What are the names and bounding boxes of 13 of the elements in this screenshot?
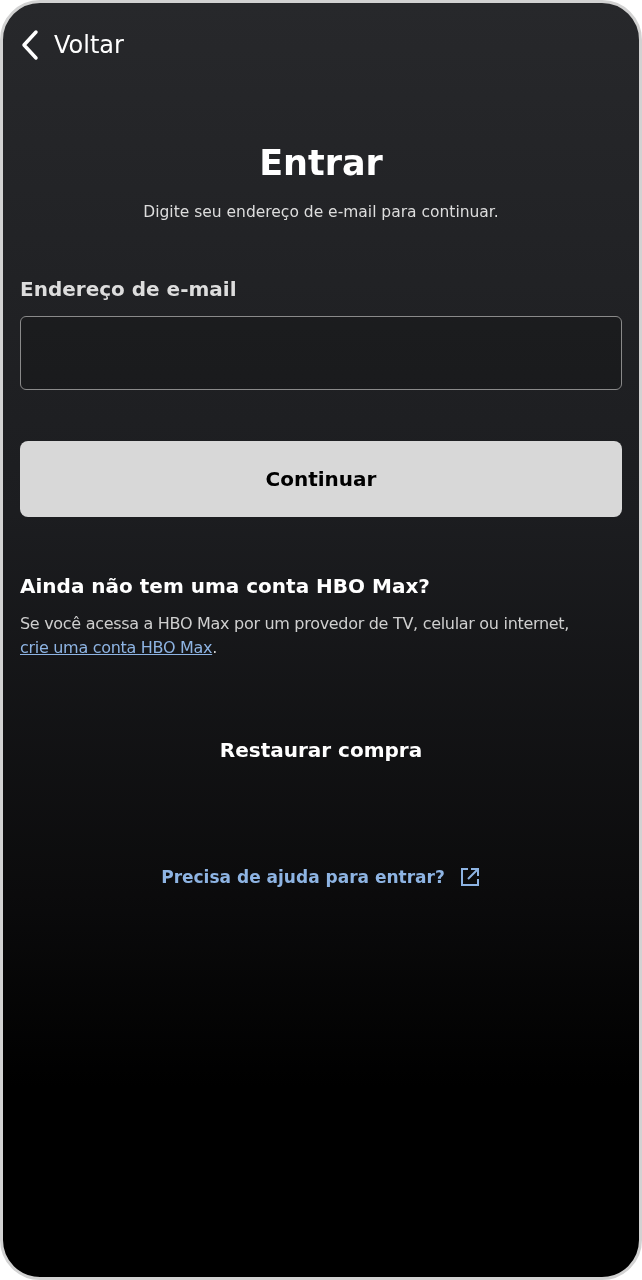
restore-purchase-button[interactable]: Restaurar compra: [219, 734, 423, 766]
help-link[interactable]: Precisa de ajuda para entrar?: [161, 867, 445, 887]
signup-heading: Ainda não tem uma conta HBO Max?: [20, 574, 431, 598]
create-account-link[interactable]: crie uma conta HBO Max: [20, 638, 213, 657]
field-label: Endereço de e-mail: [20, 277, 238, 301]
page-title: Entrar: [258, 143, 384, 183]
external-link-icon: [458, 866, 481, 888]
back-chevron-icon: [20, 29, 40, 61]
continue-button[interactable]: Continuar: [20, 441, 622, 517]
back-button[interactable]: Voltar: [20, 29, 124, 61]
email-input-field[interactable]: [20, 316, 622, 390]
subtitle: Digite seu endereço de e-mail para continuar.: [142, 203, 500, 221]
signup-text: Se você acessa a HBO Max por um provedor de TV, celular ou internet, crie uma conta HBO Max.: [20, 613, 571, 659]
